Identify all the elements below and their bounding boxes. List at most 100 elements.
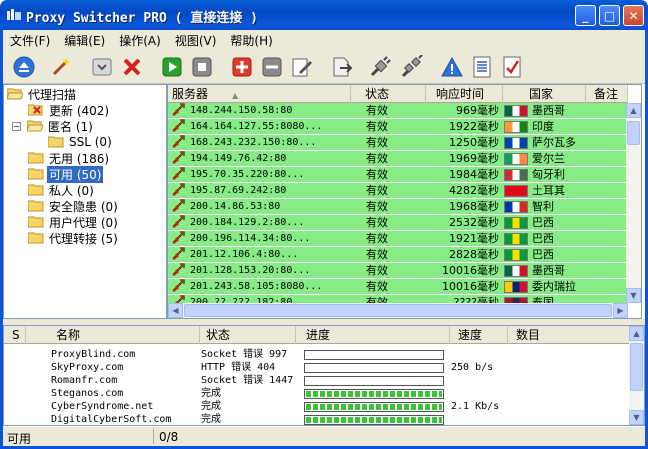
tree-item-proxy-forward[interactable]: 代理转接 (5) — [27, 230, 120, 246]
column-s[interactable]: S — [4, 326, 26, 344]
tree-item-update[interactable]: 更新 (402) — [27, 102, 111, 118]
column-note[interactable]: 备注 — [586, 85, 628, 103]
scroll-thumb[interactable] — [630, 343, 643, 391]
tree-item-useless[interactable]: 无用 (186) — [27, 150, 111, 166]
task-speed: 250 b/s — [451, 362, 494, 373]
scroll-right-icon[interactable]: ▶ — [613, 303, 628, 318]
collapse-toggle-icon[interactable]: − — [12, 121, 21, 131]
connect-button[interactable] — [367, 54, 393, 80]
task-speed: 2.1 Kb/s — [451, 401, 500, 412]
proxy-country: 土耳其 — [532, 184, 565, 197]
proxy-response-time: 2532毫秒 — [449, 216, 499, 229]
proxy-row[interactable]: 195.70.35.220:80... 有效 1984毫秒 匈牙利 — [168, 167, 628, 182]
proxy-list-vscroll[interactable]: ▲ ▼ — [626, 103, 641, 303]
proxy-response-time: 1984毫秒 — [449, 168, 499, 181]
proxy-row[interactable]: 195.87.69.242:80 有效 4282毫秒 土耳其 — [168, 183, 628, 198]
checklist-button[interactable] — [499, 54, 525, 80]
proxy-server: 195.70.35.220:80... — [190, 169, 305, 180]
tree-item-available[interactable]: 可用 (50) — [27, 165, 104, 183]
proxy-response-time: 10016毫秒 — [442, 280, 499, 293]
task-list-vscroll[interactable]: ▲ ▼ — [629, 326, 644, 425]
proxy-country: 墨西哥 — [532, 104, 565, 117]
menu-file[interactable]: 文件(F) — [3, 32, 57, 49]
tree-item-ssl[interactable]: SSL (0) — [47, 134, 114, 150]
start-button[interactable] — [159, 54, 185, 80]
task-row[interactable]: DigitalCyberSoft.com 完成 — [4, 413, 629, 425]
proxy-row[interactable]: 194.149.76.42:80 有效 1969毫秒 爱尔兰 — [168, 151, 628, 166]
column-progress[interactable]: 进度 — [296, 326, 450, 344]
proxy-row[interactable]: 168.243.232.150:80... 有效 1250毫秒 萨尔瓦多 — [168, 135, 628, 150]
task-row[interactable]: Steganos.com 完成 — [4, 387, 629, 400]
stop-button[interactable] — [189, 54, 215, 80]
tree-item-user-proxy[interactable]: 用户代理 (0) — [27, 214, 120, 230]
proxy-list-hscroll[interactable]: ◀ ▶ — [168, 303, 628, 318]
proxy-country: 墨西哥 — [532, 264, 565, 277]
scroll-up-icon[interactable]: ▲ — [626, 103, 641, 118]
proxy-row[interactable]: 148.244.150.58:80 有效 969毫秒 墨西哥 — [168, 103, 628, 118]
collapse-button[interactable] — [89, 54, 115, 80]
column-server[interactable]: 服务器 ▲ — [168, 85, 351, 103]
add-button[interactable] — [229, 54, 255, 80]
proxy-row[interactable]: 200.14.86.53:80 有效 1968毫秒 智利 — [168, 199, 628, 214]
menu-bar: 文件(F) 编辑(E) 操作(A) 视图(V) 帮助(H) — [3, 30, 645, 50]
minimize-button[interactable]: _ — [575, 5, 596, 26]
task-row[interactable]: Romanfr.com Socket 错误 1447 — [4, 374, 629, 387]
export-icon — [333, 57, 353, 77]
proxy-row[interactable]: 200.184.129.2:80... 有效 2532毫秒 巴西 — [168, 215, 628, 230]
proxy-country: 匈牙利 — [532, 168, 565, 181]
remove-button[interactable] — [259, 54, 285, 80]
folder-icon — [27, 200, 44, 212]
proxy-row[interactable]: 164.164.127.55:8080... 有效 1922毫秒 印度 — [168, 119, 628, 134]
eject-button[interactable] — [11, 54, 37, 80]
tree-item-private[interactable]: 私人 (0) — [27, 182, 96, 198]
scroll-left-icon[interactable]: ◀ — [168, 303, 183, 318]
menu-edit[interactable]: 编辑(E) — [57, 32, 112, 49]
task-row[interactable]: SkyProxy.com HTTP 错误 404 250 b/s — [4, 361, 629, 374]
task-row[interactable]: CyberSyndrome.net 完成 2.1 Kb/s — [4, 400, 629, 413]
task-name: Romanfr.com — [51, 375, 118, 386]
warning-button[interactable] — [439, 54, 465, 80]
scroll-down-icon[interactable]: ▼ — [626, 288, 641, 303]
proxy-row[interactable]: 201.243.58.105:8080... 有效 10016毫秒 委内瑞拉 — [168, 279, 628, 294]
column-speed[interactable]: 速度 — [450, 326, 508, 344]
disconnect-button[interactable] — [399, 54, 425, 80]
export-button[interactable] — [329, 54, 355, 80]
proxy-status: 有效 — [366, 248, 388, 261]
proxy-arrow-icon — [171, 247, 187, 262]
hscroll-thumb[interactable] — [184, 304, 612, 317]
play-icon — [162, 57, 182, 77]
column-country[interactable]: 国家 — [503, 85, 586, 103]
wizard-button[interactable] — [48, 54, 74, 80]
column-response-time[interactable]: 响应时间 — [426, 85, 503, 103]
menu-view[interactable]: 视图(V) — [168, 32, 224, 49]
column-status[interactable]: 状态 — [351, 85, 426, 103]
scroll-down-icon[interactable]: ▼ — [629, 410, 644, 425]
proxy-row[interactable]: 201.12.106.4:80... 有效 2828毫秒 巴西 — [168, 247, 628, 262]
list-button[interactable] — [469, 54, 495, 80]
menu-help[interactable]: 帮助(H) — [223, 32, 279, 49]
menu-action[interactable]: 操作(A) — [112, 32, 168, 49]
scroll-up-icon[interactable]: ▲ — [629, 326, 644, 341]
folder-icon — [27, 216, 44, 228]
delete-button[interactable] — [119, 54, 145, 80]
update-folder-icon — [27, 104, 44, 116]
proxy-server: 195.87.69.242:80 — [190, 185, 287, 196]
task-progress-bar — [304, 415, 444, 425]
column-name[interactable]: 名称 — [26, 326, 200, 344]
close-button[interactable]: ✕ — [623, 5, 644, 26]
column-count[interactable]: 数目 — [508, 326, 629, 344]
proxy-row[interactable]: 200.196.114.34:80... 有效 1921毫秒 巴西 — [168, 231, 628, 246]
scroll-thumb[interactable] — [627, 121, 640, 145]
task-progress-bar — [304, 376, 444, 386]
tree-root[interactable]: 代理扫描 — [6, 86, 78, 102]
proxy-server: 168.243.232.150:80... — [190, 137, 317, 148]
proxy-server: 148.244.150.58:80 — [190, 105, 293, 116]
proxy-row[interactable]: 201.128.153.20:80... 有效 10016毫秒 墨西哥 — [168, 263, 628, 278]
tree-item-anonymous[interactable]: − 匿名 (1) — [12, 118, 95, 134]
tree-item-security-risk[interactable]: 安全隐患 (0) — [27, 198, 120, 214]
column-task-status[interactable]: 状态 — [200, 326, 296, 344]
maximize-button[interactable]: □ — [599, 5, 620, 26]
edit-button[interactable] — [289, 54, 315, 80]
task-row[interactable]: ProxyBlind.com Socket 错误 997 — [4, 348, 629, 361]
folder-icon — [47, 136, 64, 148]
